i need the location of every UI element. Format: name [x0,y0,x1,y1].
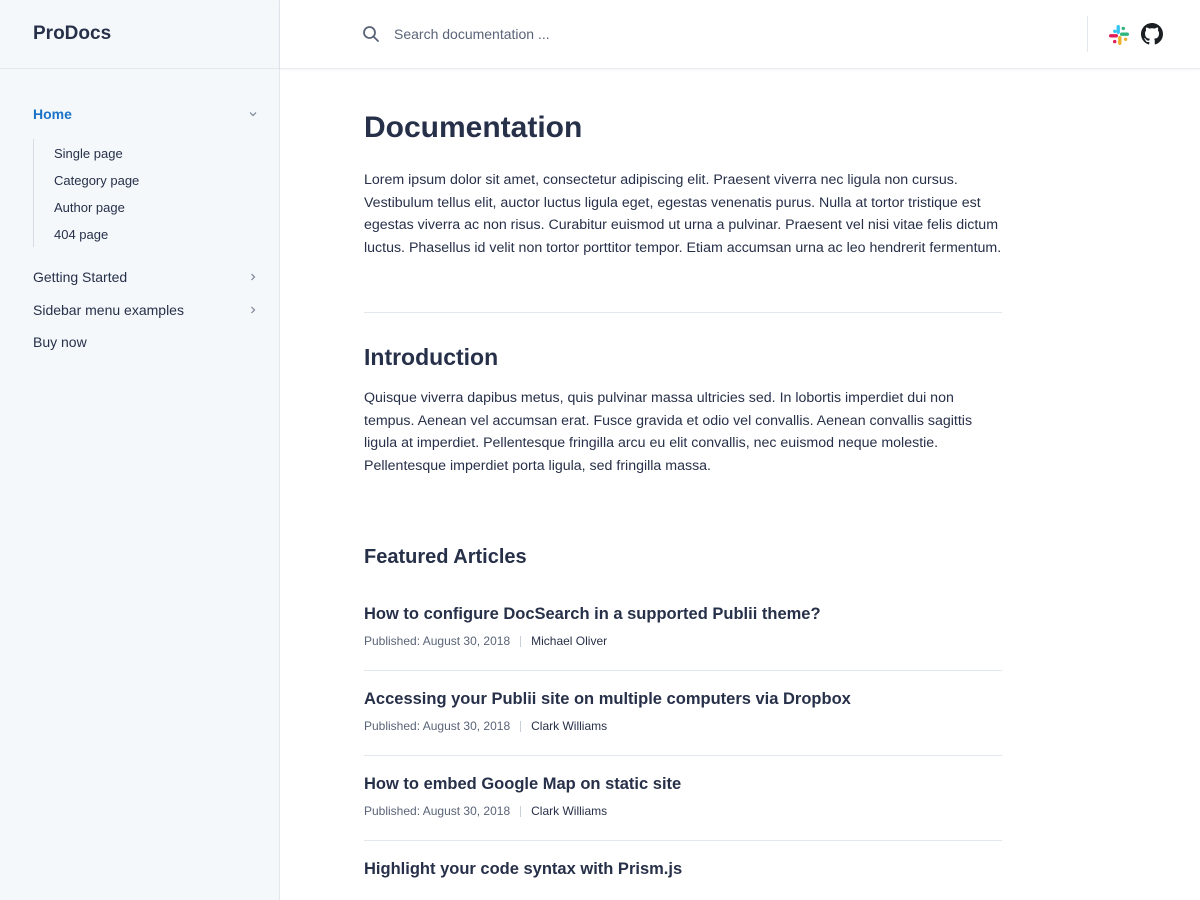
chevron-right-icon[interactable] [247,271,259,283]
sidebar-subitem-404-page[interactable]: 404 page [54,224,108,244]
article-divider [364,840,1002,841]
page-title: Documentation [364,111,583,144]
article-item: Highlight your code syntax with Prism.js [364,860,1002,879]
article-date: Published: August 30, 2018 [364,804,511,818]
sidebar-subitem-author-page[interactable]: Author page [54,197,125,217]
article-meta: Published: August 30, 2018 Clark William… [364,804,1002,818]
sidebar-item-buy-now[interactable]: Buy now [33,330,259,354]
sidebar: ProDocs Home Single page Category page A… [0,0,280,900]
github-icon[interactable] [1141,23,1163,45]
article-title-link[interactable]: Accessing your Publii site on multiple c… [364,690,1002,709]
article-divider [364,670,1002,671]
search-icon[interactable] [362,25,380,43]
article-item: How to configure DocSearch in a supporte… [364,605,1002,648]
article-date: Published: August 30, 2018 [364,634,511,648]
chevron-right-icon[interactable] [247,304,259,316]
article-divider [364,755,1002,756]
featured-articles-title: Featured Articles [364,546,527,568]
brand-logo[interactable]: ProDocs [0,0,279,69]
article-meta: Published: August 30, 2018 Michael Olive… [364,634,1002,648]
article-title-link[interactable]: How to configure DocSearch in a supporte… [364,605,1002,624]
article-title-link[interactable]: Highlight your code syntax with Prism.js [364,860,1002,879]
meta-separator [520,720,522,732]
section-paragraph: Quisque viverra dapibus metus, quis pulv… [364,390,973,474]
article-author[interactable]: Michael Oliver [531,634,607,648]
sidebar-subnav: Single page Category page Author page 40… [33,139,233,247]
chevron-down-icon[interactable] [247,108,259,120]
article-author[interactable]: Clark Williams [531,719,607,733]
meta-separator [520,635,522,647]
article-title-link[interactable]: How to embed Google Map on static site [364,775,1002,794]
slack-icon[interactable] [1108,24,1130,46]
sidebar-item-label: Sidebar menu examples [33,302,184,318]
section-title: Introduction [364,344,499,370]
sidebar-subitem-single-page[interactable]: Single page [54,143,123,163]
search-input[interactable] [394,20,874,48]
sidebar-item-label: Home [33,106,72,122]
header-divider [1087,16,1088,52]
article-item: How to embed Google Map on static site P… [364,775,1002,818]
article-date: Published: August 30, 2018 [364,719,511,733]
article-author[interactable]: Clark Williams [531,804,607,818]
sidebar-subitem-category-page[interactable]: Category page [54,170,139,190]
sidebar-item-label: Getting Started [33,269,128,285]
sidebar-item-home[interactable]: Home [33,102,259,126]
article-item: Accessing your Publii site on multiple c… [364,690,1002,733]
article-meta: Published: August 30, 2018 Clark William… [364,719,1002,733]
sidebar-item-sidebar-menu-examples[interactable]: Sidebar menu examples [33,298,259,322]
section-divider [364,312,1002,313]
sidebar-item-label: Buy now [33,334,87,350]
sidebar-item-getting-started[interactable]: Getting Started [33,265,259,289]
top-header [280,0,1200,69]
meta-separator [520,805,522,817]
intro-paragraph: Lorem ipsum dolor sit amet, consectetur … [364,172,1002,256]
